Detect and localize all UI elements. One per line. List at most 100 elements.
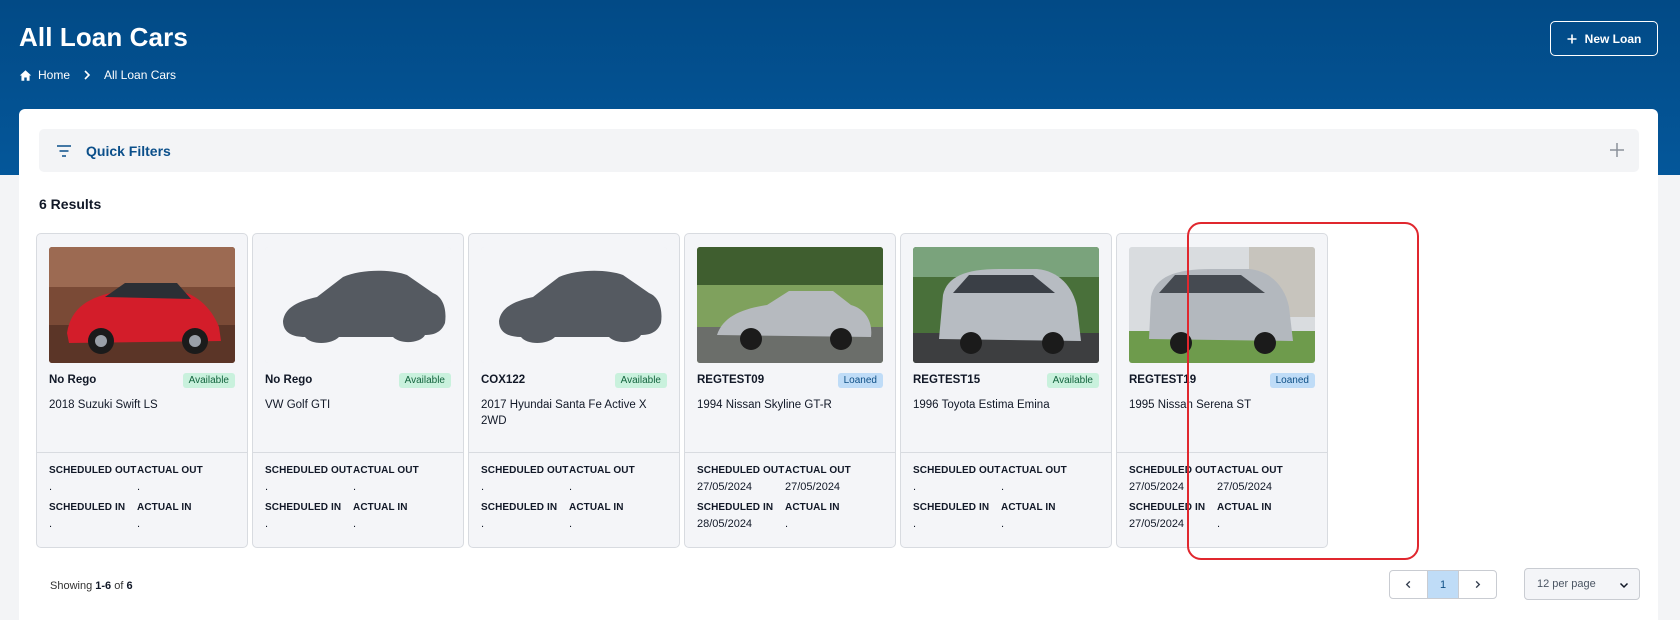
scheduled-out-value: . <box>913 481 917 493</box>
loan-car-card[interactable]: COX122 Available 2017 Hyundai Santa Fe A… <box>468 233 680 548</box>
card-divider <box>469 452 679 453</box>
chevron-down-icon <box>1619 580 1629 590</box>
car-rego: REGTEST09 <box>697 374 765 386</box>
car-photo <box>913 247 1099 363</box>
actual-out-value: 27/05/2024 <box>785 481 841 493</box>
car-model: 1996 Toyota Estima Emina <box>913 399 1050 411</box>
scheduled-out-value: . <box>481 481 485 493</box>
loan-car-card[interactable]: REGTEST15 Available 1996 Toyota Estima E… <box>900 233 1112 548</box>
actual-out-label: ACTUAL OUT <box>785 465 851 476</box>
actual-out-value: . <box>1001 481 1005 493</box>
scheduled-in-label: SCHEDULED IN <box>913 502 990 513</box>
chevron-right-icon <box>1475 580 1481 589</box>
chevron-right-icon <box>82 70 92 80</box>
loan-car-card[interactable]: No Rego Available 2018 Suzuki Swift LS S… <box>36 233 248 548</box>
actual-in: ACTUAL IN . <box>1001 502 1056 530</box>
loan-car-card[interactable]: REGTEST09 Loaned 1994 Nissan Skyline GT-… <box>684 233 896 548</box>
selected-card-highlight <box>1187 222 1419 560</box>
actual-in: ACTUAL IN . <box>569 502 624 530</box>
scheduled-out: SCHEDULED OUT . <box>481 465 568 493</box>
car-photo <box>697 247 883 363</box>
status-badge: Available <box>182 373 235 388</box>
plus-icon <box>1567 34 1577 44</box>
actual-in-label: ACTUAL IN <box>785 502 840 513</box>
actual-out-label: ACTUAL OUT <box>1001 465 1067 476</box>
per-page-select[interactable]: 12 per page <box>1524 568 1640 600</box>
scheduled-in: SCHEDULED IN . <box>481 502 557 530</box>
scheduled-out-label: SCHEDULED OUT <box>481 465 569 476</box>
breadcrumb-home-link[interactable]: Home <box>38 68 70 82</box>
per-page-value: 12 per page <box>1537 578 1596 590</box>
card-divider <box>253 452 463 453</box>
actual-in: ACTUAL IN . <box>137 502 192 530</box>
chevron-left-icon <box>1405 580 1411 589</box>
actual-in-value: . <box>785 518 789 530</box>
page-button-1[interactable]: 1 <box>1427 571 1459 598</box>
scheduled-in-value: . <box>49 518 53 530</box>
new-loan-button[interactable]: New Loan <box>1550 21 1658 56</box>
expand-plus-icon[interactable] <box>1609 142 1625 158</box>
scheduled-out-label: SCHEDULED OUT <box>913 465 1001 476</box>
scheduled-out-value: . <box>265 481 269 493</box>
scheduled-in-value: 28/05/2024 <box>697 518 753 530</box>
scheduled-in-value: . <box>265 518 269 530</box>
scheduled-in-label: SCHEDULED IN <box>49 502 126 513</box>
breadcrumb-current: All Loan Cars <box>104 68 177 82</box>
home-icon <box>19 69 32 82</box>
scheduled-out-label: SCHEDULED OUT <box>697 465 785 476</box>
car-photo <box>481 247 667 363</box>
actual-in-value: . <box>569 518 573 530</box>
card-divider <box>685 452 895 453</box>
status-badge: Loaned <box>837 373 883 388</box>
scheduled-out-value: . <box>49 481 53 493</box>
actual-in: ACTUAL IN . <box>785 502 840 530</box>
actual-in-label: ACTUAL IN <box>1001 502 1056 513</box>
scheduled-out-value: 27/05/2024 <box>697 481 753 493</box>
car-model: 2017 Hyundai Santa Fe Active X 2WD <box>481 399 647 427</box>
loan-car-card[interactable]: No Rego Available VW Golf GTI SCHEDULED … <box>252 233 464 548</box>
scheduled-in-label: SCHEDULED IN <box>265 502 342 513</box>
actual-out: ACTUAL OUT . <box>137 465 203 493</box>
scheduled-out: SCHEDULED OUT . <box>49 465 136 493</box>
scheduled-out: SCHEDULED OUT 27/05/2024 <box>697 465 784 493</box>
pagination: 1 <box>1389 570 1497 599</box>
status-badge: Available <box>398 373 451 388</box>
actual-in-label: ACTUAL IN <box>137 502 192 513</box>
breadcrumb: Home All Loan Cars <box>19 68 176 82</box>
card-divider <box>37 452 247 453</box>
scheduled-out-label: SCHEDULED OUT <box>49 465 137 476</box>
scheduled-in: SCHEDULED IN 28/05/2024 <box>697 502 773 530</box>
actual-out: ACTUAL OUT . <box>1001 465 1067 493</box>
actual-out: ACTUAL OUT 27/05/2024 <box>785 465 851 493</box>
scheduled-in-label: SCHEDULED IN <box>481 502 558 513</box>
car-rego: REGTEST15 <box>913 374 981 386</box>
scheduled-out: SCHEDULED OUT . <box>913 465 1000 493</box>
actual-out-label: ACTUAL OUT <box>353 465 419 476</box>
scheduled-in-value: . <box>913 518 917 530</box>
status-badge: Available <box>614 373 667 388</box>
scheduled-out: SCHEDULED OUT . <box>265 465 352 493</box>
status-badge: Available <box>1046 373 1099 388</box>
quick-filters-bar[interactable]: Quick Filters <box>39 129 1639 172</box>
showing-summary: Showing 1-6 of 6 <box>50 580 133 592</box>
scheduled-out-label: SCHEDULED OUT <box>265 465 353 476</box>
prev-page-button[interactable] <box>1390 571 1427 598</box>
card-divider <box>901 452 1111 453</box>
actual-out-label: ACTUAL OUT <box>569 465 635 476</box>
car-rego: COX122 <box>481 374 526 386</box>
next-page-button[interactable] <box>1459 571 1496 598</box>
showing-prefix: Showing <box>50 580 93 592</box>
quick-filters-label: Quick Filters <box>86 142 171 159</box>
car-model: VW Golf GTI <box>265 399 331 411</box>
filter-icon <box>56 144 72 158</box>
showing-of: of <box>114 580 124 592</box>
showing-range: 1-6 <box>95 580 112 592</box>
results-count: 6 Results <box>39 196 102 212</box>
car-rego: No Rego <box>265 374 313 386</box>
actual-in-value: . <box>1001 518 1005 530</box>
actual-out: ACTUAL OUT . <box>569 465 635 493</box>
scheduled-in: SCHEDULED IN . <box>265 502 341 530</box>
scheduled-in: SCHEDULED IN . <box>913 502 989 530</box>
actual-out-label: ACTUAL OUT <box>137 465 203 476</box>
actual-in-value: . <box>137 518 141 530</box>
